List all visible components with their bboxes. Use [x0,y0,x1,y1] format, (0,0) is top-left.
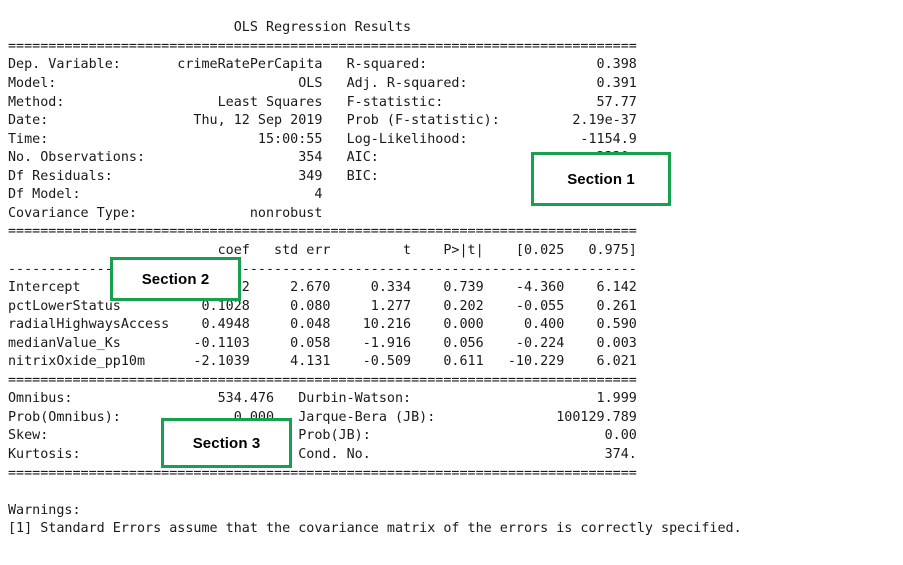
annotation-label-section-2: Section 2 [141,270,210,288]
annotation-label-section-3: Section 3 [192,434,261,452]
annotation-label-section-1: Section 1 [567,170,635,188]
annotation-box-section-3: Section 3 [161,418,292,468]
annotation-box-section-2: Section 2 [110,257,241,301]
annotation-box-section-1: Section 1 [531,152,671,206]
